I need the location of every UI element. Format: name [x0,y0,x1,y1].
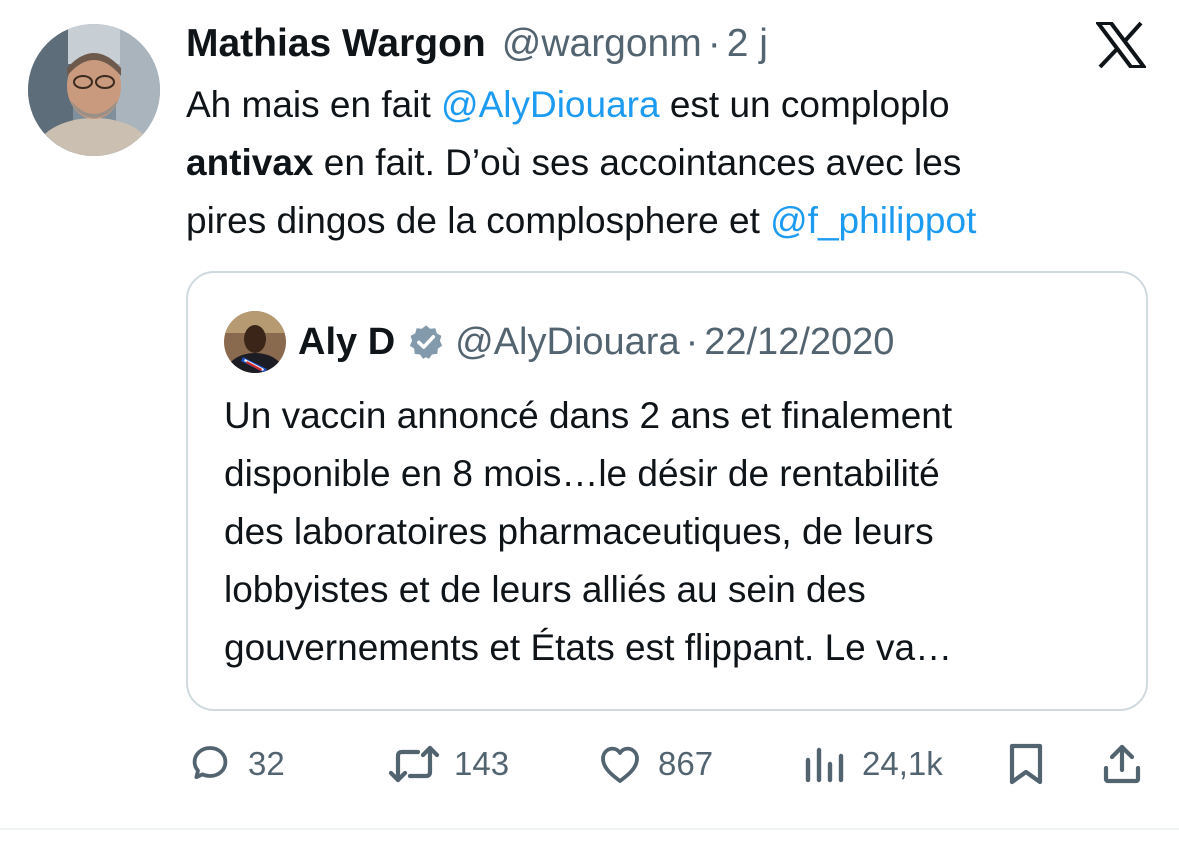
retweet-button[interactable]: 143 [386,734,509,794]
reply-button[interactable]: 32 [186,734,285,794]
retweet-count: 143 [454,745,510,782]
views-icon [805,747,844,783]
reply-icon [192,746,228,780]
separator-dot: · [685,320,699,363]
quoted-text: Un vaccin annoncé dans 2 ans et finaleme… [224,387,1124,677]
reply-count: 32 [248,745,285,782]
tweet-text-line: Ah mais en fait @AlyDiouara est un compl… [186,84,950,125]
quoted-text-line: Un vaccin annoncé dans 2 ans et finaleme… [224,395,953,436]
quoted-author-handle[interactable]: @AlyDiouara [455,321,679,364]
like-icon [601,746,639,783]
share-button[interactable] [1098,734,1146,794]
quoted-text-line: disponible en 8 mois…le désir de rentabi… [224,453,940,494]
mention-link[interactable]: @AlyDiouara [441,84,660,125]
retweet-icon [388,745,440,783]
share-icon [1103,744,1141,784]
tweet-header: Mathias Wargon @wargonm · 2 j [186,14,768,74]
tweet-text-line: pires dingos de la complosphere et @f_ph… [186,200,977,241]
quoted-text-line: des laboratoires pharmaceutiques, de leu… [224,511,934,552]
mention-link[interactable]: @f_philippot [770,200,976,241]
quoted-date: 22/12/2020 [704,320,895,363]
quoted-header: Aly D @AlyDiouara · 22/12/2020 [298,311,894,373]
verified-badge-icon [409,325,443,359]
quoted-text-line: gouvernements et États est flippant. Le … [224,627,953,668]
action-bar: 32 143 867 24,1k [186,734,1148,794]
like-button[interactable]: 867 [596,734,713,794]
quoted-text-line: lobbyistes et de leurs alliés au sein de… [224,569,866,610]
tweet-text-line: antivax en fait. D’où ses accointances a… [186,142,962,183]
quoted-author-avatar[interactable] [224,311,286,373]
x-logo-icon [1094,21,1148,69]
tweet-card[interactable]: Mathias Wargon @wargonm · 2 j Ah mais en… [0,0,1179,844]
tweet-text: Ah mais en fait @AlyDiouara est un compl… [186,76,1166,250]
bookmark-icon [1009,743,1043,785]
author-handle[interactable]: @wargonm [502,22,702,66]
tweet-time[interactable]: 2 j [727,22,768,66]
separator-dot: · [707,22,721,65]
views-count: 24,1k [862,745,943,782]
author-name[interactable]: Mathias Wargon [186,22,486,66]
divider [0,828,1179,830]
quoted-author-name[interactable]: Aly D [298,321,395,364]
like-count: 867 [658,745,714,782]
quoted-tweet[interactable]: Aly D @AlyDiouara · 22/12/2020 Un vaccin… [186,271,1148,711]
views-button[interactable]: 24,1k [802,734,943,794]
bookmark-button[interactable] [1004,734,1048,794]
author-avatar[interactable] [28,24,160,156]
